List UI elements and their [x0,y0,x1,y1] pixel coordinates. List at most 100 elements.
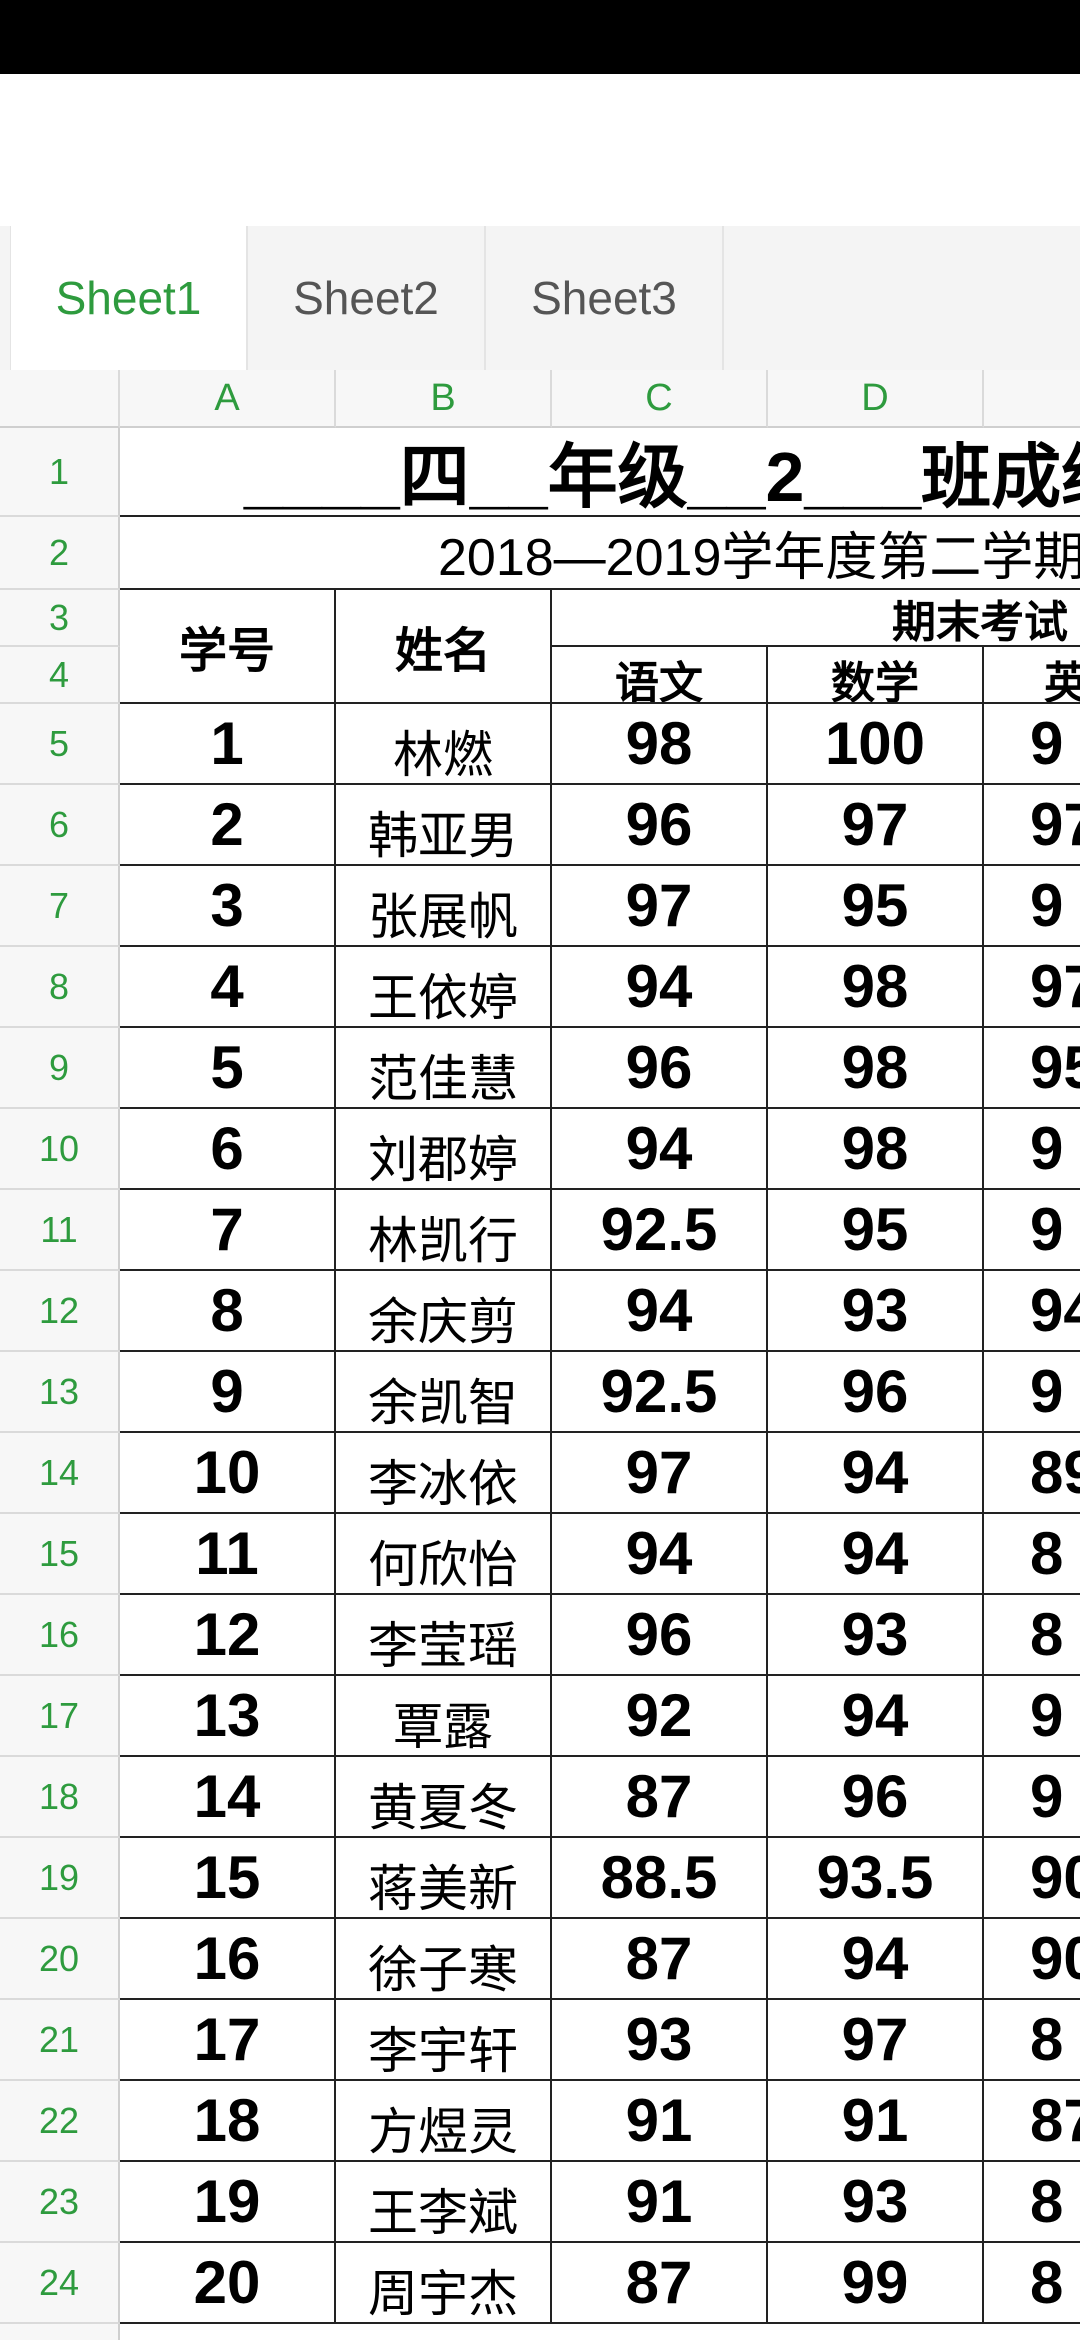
cell-student-name[interactable]: 范佳慧 [336,1028,552,1109]
cell-chinese-score[interactable]: 94 [552,1109,768,1190]
cell-student-name[interactable]: 李莹瑶 [336,1595,552,1676]
cell-math-score[interactable]: 94 [768,1433,984,1514]
row-header-14[interactable]: 14 [0,1433,120,1514]
cell-student-id[interactable]: 19 [120,2162,336,2243]
cell-student-id[interactable]: 1 [120,704,336,785]
cell-chinese-score[interactable]: 94 [552,1271,768,1352]
row-header-15[interactable]: 15 [0,1514,120,1595]
cell-english-score[interactable]: 94 [984,1271,1080,1352]
cell-student-id[interactable]: 3 [120,866,336,947]
cell-student-name[interactable]: 张展帆 [336,866,552,947]
row-header-22[interactable]: 22 [0,2081,120,2162]
cell-student-name[interactable]: 余凯智 [336,1352,552,1433]
cell-math-score[interactable]: 98 [768,947,984,1028]
cell-math-score[interactable]: 96 [768,1352,984,1433]
cell-math-score[interactable]: 94 [768,1514,984,1595]
cell-student-name[interactable]: 林凯行 [336,1190,552,1271]
cell-math-score[interactable]: 97 [768,2000,984,2081]
cell-math-score[interactable]: 94 [768,1676,984,1757]
row-header-8[interactable]: 8 [0,947,120,1028]
spreadsheet-grid[interactable]: A B C D 1 2 3 4 ____四__年级__2___班成绩 2018—… [0,370,1080,2340]
cell-student-name[interactable]: 李冰依 [336,1433,552,1514]
select-all-corner[interactable] [0,370,120,428]
cell-student-name[interactable]: 刘郡婷 [336,1109,552,1190]
cell-english-score[interactable]: 8 [984,2243,1080,2324]
row-header-23[interactable]: 23 [0,2162,120,2243]
cell-student-id[interactable]: 16 [120,1919,336,2000]
cell-english-score[interactable]: 9 [984,1676,1080,1757]
cell-math-score[interactable]: 98 [768,1028,984,1109]
cell-english-score[interactable]: 9 [984,704,1080,785]
cell-chinese-score[interactable]: 96 [552,1595,768,1676]
cell-english-score[interactable]: 9 [984,1757,1080,1838]
header-student-id[interactable]: 学号 [120,590,336,704]
cell-english-score[interactable]: 97 [984,947,1080,1028]
cell-student-id[interactable]: 8 [120,1271,336,1352]
row-header-11[interactable]: 11 [0,1190,120,1271]
cell-student-name[interactable]: 何欣怡 [336,1514,552,1595]
cell-math-score[interactable]: 91 [768,2081,984,2162]
cell-student-id[interactable]: 9 [120,1352,336,1433]
row-header-12[interactable]: 12 [0,1271,120,1352]
cell-english-score[interactable]: 90 [984,1838,1080,1919]
cell-student-id[interactable]: 10 [120,1433,336,1514]
cell-student-name[interactable]: 林燃 [336,704,552,785]
cell-student-id[interactable]: 4 [120,947,336,1028]
row-header-7[interactable]: 7 [0,866,120,947]
cell-student-id[interactable]: 2 [120,785,336,866]
cell-math-score[interactable]: 97 [768,785,984,866]
cell-student-id[interactable]: 18 [120,2081,336,2162]
cell-math-score[interactable]: 94 [768,1919,984,2000]
cell-english-score[interactable]: 90 [984,1919,1080,2000]
row-header-1[interactable]: 1 [0,428,120,517]
cell-chinese-score[interactable]: 97 [552,1433,768,1514]
row-header-4[interactable]: 4 [0,647,120,704]
cell-english-score[interactable]: 9 [984,1352,1080,1433]
cell-english-score[interactable]: 95 [984,1028,1080,1109]
cell-chinese-score[interactable]: 92 [552,1676,768,1757]
cell-english-score[interactable]: 9 [984,1109,1080,1190]
cell-student-name[interactable]: 余庆剪 [336,1271,552,1352]
cell-chinese-score[interactable]: 91 [552,2081,768,2162]
cell-math-score[interactable]: 100 [768,704,984,785]
cell-student-name[interactable]: 王依婷 [336,947,552,1028]
row-header-21[interactable]: 21 [0,2000,120,2081]
cell-chinese-score[interactable]: 91 [552,2162,768,2243]
cell-chinese-score[interactable]: 98 [552,704,768,785]
cell-math-score[interactable]: 95 [768,866,984,947]
cell-chinese-score[interactable]: 94 [552,947,768,1028]
header-chinese[interactable]: 语文 [552,647,768,704]
cell-english-score[interactable]: 9 [984,1190,1080,1271]
row-header-18[interactable]: 18 [0,1757,120,1838]
tab-sheet3[interactable]: Sheet3 [486,226,724,370]
cell-student-id[interactable]: 7 [120,1190,336,1271]
cell-student-name[interactable]: 李宇轩 [336,2000,552,2081]
cell-student-id[interactable]: 5 [120,1028,336,1109]
cell-student-id[interactable]: 20 [120,2243,336,2324]
cell-math-score[interactable]: 93.5 [768,1838,984,1919]
header-final-exam[interactable]: 期末考试 [552,590,1080,647]
cell-chinese-score[interactable]: 88.5 [552,1838,768,1919]
cell-student-id[interactable]: 11 [120,1514,336,1595]
row-header-24[interactable]: 24 [0,2243,120,2324]
row-header-17[interactable]: 17 [0,1676,120,1757]
column-header-b[interactable]: B [336,370,552,428]
cell-chinese-score[interactable]: 87 [552,1757,768,1838]
cell-math-score[interactable]: 96 [768,1757,984,1838]
cell-math-score[interactable]: 95 [768,1190,984,1271]
cell-english-score[interactable]: 89 [984,1433,1080,1514]
cell-student-id[interactable]: 6 [120,1109,336,1190]
sheet-subtitle-cell[interactable]: 2018—2019学年度第二学期 [120,517,1080,590]
header-math[interactable]: 数学 [768,647,984,704]
cell-english-score[interactable]: 8 [984,2000,1080,2081]
column-header-a[interactable]: A [120,370,336,428]
cell-student-id[interactable]: 12 [120,1595,336,1676]
cell-chinese-score[interactable]: 87 [552,2243,768,2324]
cell-student-name[interactable]: 周宇杰 [336,2243,552,2324]
column-header-c[interactable]: C [552,370,768,428]
cell-math-score[interactable]: 93 [768,1271,984,1352]
cell-student-name[interactable]: 韩亚男 [336,785,552,866]
sheet-title-cell[interactable]: ____四__年级__2___班成绩 [120,428,1080,517]
cell-student-name[interactable]: 黄夏冬 [336,1757,552,1838]
cell-math-score[interactable]: 99 [768,2243,984,2324]
